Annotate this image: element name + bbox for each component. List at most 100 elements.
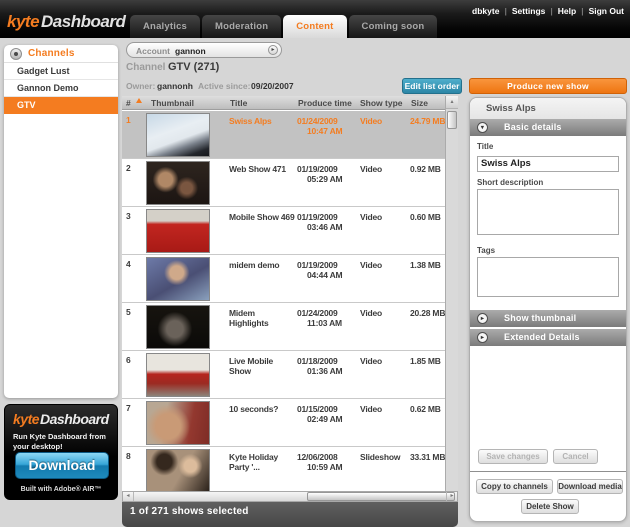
thumbnail-cell bbox=[146, 209, 210, 253]
download-button[interactable]: Download bbox=[15, 452, 109, 479]
section-extended-details[interactable]: ▸ Extended Details bbox=[470, 328, 626, 346]
produce-time: 01/15/2009 02:49 AM bbox=[297, 404, 361, 424]
section-expand-icon[interactable]: ▸ bbox=[477, 312, 488, 324]
settings-link[interactable]: Settings bbox=[512, 6, 546, 16]
horizontal-scroll-thumb[interactable] bbox=[307, 492, 455, 501]
column-title[interactable]: Title bbox=[230, 98, 247, 108]
section-show-thumbnail[interactable]: ▸ Show thumbnail bbox=[470, 309, 626, 327]
vertical-scroll-thumb[interactable] bbox=[447, 111, 457, 129]
produce-date: 01/19/2009 bbox=[297, 164, 338, 174]
scroll-left-icon[interactable]: ◂ bbox=[123, 492, 134, 501]
shows-table: # Thumbnail Title Produce time Show type… bbox=[122, 96, 458, 491]
tags-label: Tags bbox=[477, 245, 496, 255]
show-title: midem demo bbox=[229, 260, 280, 270]
show-thumbnail[interactable] bbox=[146, 353, 210, 397]
channels-collapse-icon[interactable] bbox=[10, 48, 22, 60]
column-thumbnail[interactable]: Thumbnail bbox=[151, 98, 194, 108]
account-dropdown-icon[interactable]: ▸ bbox=[268, 45, 278, 55]
help-link[interactable]: Help bbox=[558, 6, 576, 16]
column-number[interactable]: # bbox=[126, 98, 131, 108]
vertical-scrollbar[interactable]: ▴ bbox=[445, 96, 458, 491]
tab-content[interactable]: Content bbox=[283, 15, 347, 38]
produce-clock: 03:46 AM bbox=[307, 222, 343, 232]
produce-time: 01/18/2009 01:36 AM bbox=[297, 356, 361, 376]
column-size[interactable]: Size bbox=[411, 98, 428, 108]
edit-list-order-button[interactable]: Edit list order bbox=[402, 78, 462, 94]
table-row[interactable]: 8 Kyte Holiday Party '... 12/06/2008 10:… bbox=[122, 447, 445, 491]
delete-show-button[interactable]: Delete Show bbox=[521, 499, 579, 514]
produce-date: 01/18/2009 bbox=[297, 356, 338, 366]
table-row[interactable]: 4 midem demo 01/19/2009 04:44 AM Video 1… bbox=[122, 255, 445, 303]
table-row[interactable]: 5 Midem Highlights 01/24/2009 11:03 AM V… bbox=[122, 303, 445, 351]
download-media-button[interactable]: Download media bbox=[557, 479, 623, 494]
status-bar: 1 of 271 shows selected bbox=[122, 502, 458, 527]
produce-clock: 02:49 AM bbox=[307, 414, 343, 424]
show-thumbnail[interactable] bbox=[146, 449, 210, 491]
scroll-up-icon[interactable]: ▴ bbox=[446, 96, 458, 109]
table-row[interactable]: 3 Mobile Show 469 01/19/2009 03:46 AM Vi… bbox=[122, 207, 445, 255]
thumbnail-cell bbox=[146, 401, 210, 445]
active-since-value: 09/20/2007 bbox=[251, 81, 294, 91]
show-thumbnail[interactable] bbox=[146, 161, 210, 205]
produce-clock: 04:44 AM bbox=[307, 270, 343, 280]
horizontal-scrollbar[interactable]: ◂ ▸ bbox=[122, 491, 458, 502]
account-selector[interactable]: Account gannon ▸ bbox=[126, 42, 282, 58]
promo-footer: Built with Adobe® AIR™ bbox=[20, 486, 102, 493]
thumbnail-cell bbox=[146, 257, 210, 301]
show-type: Video bbox=[360, 116, 382, 126]
table-row[interactable]: 2 Web Show 471 01/19/2009 05:29 AM Video… bbox=[122, 159, 445, 207]
thumbnail-cell bbox=[146, 161, 210, 205]
tab-coming-soon[interactable]: Coming soon bbox=[348, 15, 438, 38]
row-number: 8 bbox=[126, 451, 131, 461]
show-thumbnail[interactable] bbox=[146, 113, 210, 157]
produce-new-show-button[interactable]: Produce new show bbox=[469, 78, 627, 94]
desktop-app-promo: kyteDashboard Run Kyte Dashboard from yo… bbox=[4, 404, 118, 500]
section-expand-icon[interactable]: ▾ bbox=[477, 122, 488, 133]
column-show-type[interactable]: Show type bbox=[360, 98, 403, 108]
show-thumbnail[interactable] bbox=[146, 305, 210, 349]
main-tabs: Analytics Moderation Content Coming soon bbox=[130, 15, 438, 38]
table-row[interactable]: 1 Swiss Alps 01/24/2009 10:47 AM Video 2… bbox=[122, 111, 445, 159]
scroll-right-icon[interactable]: ▸ bbox=[446, 492, 457, 501]
short-description-label: Short description bbox=[477, 177, 544, 187]
show-thumbnail[interactable] bbox=[146, 257, 210, 301]
table-row[interactable]: 7 10 seconds? 01/15/2009 02:49 AM Video … bbox=[122, 399, 445, 447]
username-link[interactable]: dbkyte bbox=[472, 6, 499, 16]
row-number: 4 bbox=[126, 259, 131, 269]
section-basic-details[interactable]: ▾ Basic details bbox=[470, 119, 626, 136]
section-expand-icon[interactable]: ▸ bbox=[477, 331, 488, 343]
channels-sidebar: Channels Gadget Lust Gannon Demo GTV bbox=[4, 45, 118, 398]
column-produce-time[interactable]: Produce time bbox=[298, 98, 352, 108]
owner-value: gannonh bbox=[157, 81, 193, 91]
produce-time: 01/19/2009 04:44 AM bbox=[297, 260, 361, 280]
table-row[interactable]: 6 Live Mobile Show 01/18/2009 01:36 AM V… bbox=[122, 351, 445, 399]
cancel-button[interactable]: Cancel bbox=[553, 449, 598, 464]
row-number: 5 bbox=[126, 307, 131, 317]
tab-analytics[interactable]: Analytics bbox=[130, 15, 201, 38]
show-thumbnail[interactable] bbox=[146, 209, 210, 253]
tags-input[interactable] bbox=[477, 256, 619, 297]
section-basic-details-label: Basic details bbox=[504, 122, 562, 132]
show-title: Live Mobile Show bbox=[229, 356, 274, 376]
short-description-input[interactable] bbox=[477, 188, 619, 235]
channel-label: Channel bbox=[126, 62, 166, 73]
title-input[interactable] bbox=[477, 155, 619, 172]
active-since-label: Active since: bbox=[198, 81, 251, 91]
promo-logo: kyteDashboard bbox=[13, 411, 109, 427]
logo-dashboard: Dashboard bbox=[41, 12, 126, 31]
produce-date: 01/24/2009 bbox=[297, 308, 338, 318]
promo-text: Run Kyte Dashboard from your desktop! bbox=[13, 432, 106, 451]
sidebar-item-gtv[interactable]: GTV bbox=[4, 97, 118, 114]
detail-panel-title: Swiss Alps bbox=[470, 98, 626, 119]
save-changes-button[interactable]: Save changes bbox=[478, 449, 548, 464]
copy-to-channels-button[interactable]: Copy to channels bbox=[476, 479, 553, 494]
channels-title: Channels bbox=[28, 48, 75, 59]
sidebar-item-gadget-lust[interactable]: Gadget Lust bbox=[4, 63, 118, 80]
show-type: Video bbox=[360, 260, 382, 270]
tab-moderation[interactable]: Moderation bbox=[202, 15, 282, 38]
sign-out-link[interactable]: Sign Out bbox=[589, 6, 624, 16]
title-field-label: Title bbox=[477, 142, 494, 151]
produce-clock: 11:03 AM bbox=[307, 318, 342, 328]
kyte-dashboard-app: kyte Dashboard Analytics Moderation Conte… bbox=[0, 0, 630, 527]
show-thumbnail[interactable] bbox=[146, 401, 210, 445]
